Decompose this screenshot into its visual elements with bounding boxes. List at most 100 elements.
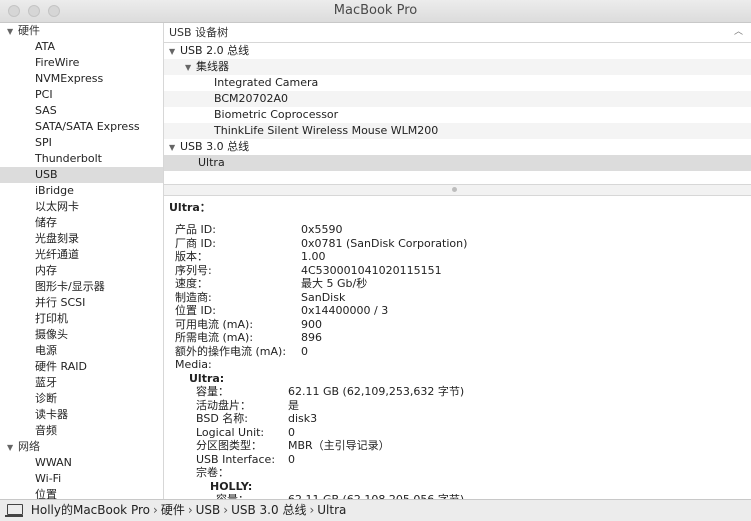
tree-row[interactable]: ThinkLife Silent Wireless Mouse WLM200	[164, 123, 751, 139]
detail-key: 厂商 ID:	[175, 236, 216, 250]
path-crumb[interactable]: 硬件	[161, 503, 185, 517]
detail-value: 0x0781 (SanDisk Corporation)	[301, 236, 468, 250]
disclosure-triangle-icon[interactable]: ▼	[185, 60, 196, 76]
sidebar-group[interactable]: ▼ 网络	[0, 439, 163, 455]
sidebar-item[interactable]: PCI	[0, 87, 163, 103]
detail-value: 0	[288, 452, 295, 466]
detail-value: 896	[301, 331, 322, 344]
detail-key: 位置 ID:	[175, 304, 216, 317]
detail-pane: Ultra： 产品 ID: 0x5590 厂商 ID: 0x0781 (SanDisk…	[164, 196, 751, 501]
tree-row-label: Integrated Camera	[214, 76, 319, 89]
sidebar-item[interactable]: 硬件 RAID	[0, 359, 163, 375]
sidebar-item[interactable]: SPI	[0, 135, 163, 151]
sidebar-item[interactable]: FireWire	[0, 55, 163, 71]
tree-header-label: USB 设备树	[169, 26, 229, 39]
minimize-window-button[interactable]	[28, 5, 40, 17]
detail-key: 序列号:	[175, 263, 212, 277]
disclosure-triangle-icon[interactable]: ▼	[7, 440, 18, 456]
sidebar-item[interactable]: USB	[0, 167, 163, 183]
detail-key: 可用电流 (mA):	[175, 317, 254, 331]
tree-row[interactable]: ▼ USB 3.0 总线	[164, 139, 751, 155]
detail-value: SanDisk	[301, 290, 346, 304]
sidebar-item[interactable]: 以太网卡	[0, 199, 163, 215]
detail-key: Logical Unit:	[196, 425, 265, 439]
sidebar-group[interactable]: ▼ 硬件	[0, 23, 163, 39]
sidebar-item[interactable]: iBridge	[0, 183, 163, 199]
tree-header[interactable]: USB 设备树 ︿	[164, 23, 751, 43]
sidebar-item[interactable]: 内存	[0, 263, 163, 279]
volume-name: HOLLY:	[210, 479, 253, 493]
divider-handle-icon[interactable]	[452, 187, 457, 192]
detail-key: 产品 ID:	[175, 223, 216, 236]
tree-row-label: ThinkLife Silent Wireless Mouse WLM200	[214, 124, 439, 137]
detail-value: 0	[301, 344, 308, 358]
detail-key: 额外的操作电流 (mA):	[175, 344, 287, 358]
detail-value: 最大 5 Gb/秒	[301, 277, 368, 290]
chevron-right-icon: ›	[223, 503, 229, 517]
volumes-label: 宗卷：	[196, 466, 229, 479]
path-bar: Holly的MacBook Pro › 硬件 › USB › USB 3.0 总线 › Ultr…	[0, 499, 751, 521]
detail-key: 所需电流 (mA):	[175, 331, 254, 344]
detail-value: 0	[288, 425, 295, 439]
sidebar-item[interactable]: WWAN	[0, 455, 163, 471]
media-name: Ultra:	[189, 371, 225, 385]
sidebar-item[interactable]: ATA	[0, 39, 163, 55]
sort-up-icon[interactable]: ︿	[734, 23, 743, 42]
sidebar-item[interactable]: 音频	[0, 423, 163, 439]
tree-row[interactable]: Biometric Coprocessor	[164, 107, 751, 123]
disclosure-triangle-icon[interactable]: ▼	[169, 44, 180, 60]
split-divider[interactable]	[164, 184, 751, 196]
detail-value: 1.00	[301, 250, 326, 263]
title-bar: MacBook Pro	[0, 0, 751, 23]
sidebar-item[interactable]: NVMExpress	[0, 71, 163, 87]
path-crumb[interactable]: USB 3.0 总线	[231, 503, 306, 517]
path-crumb[interactable]: USB	[196, 503, 221, 517]
path-crumb[interactable]: Holly的MacBook Pro	[31, 503, 150, 517]
sidebar-item[interactable]: 读卡器	[0, 407, 163, 423]
detail-key: 容量：	[196, 385, 229, 398]
sidebar-item[interactable]: 电源	[0, 343, 163, 359]
sidebar-item[interactable]: Wi-Fi	[0, 471, 163, 487]
detail-value: 4C530001041020115151	[301, 263, 442, 277]
window-title: MacBook Pro	[333, 3, 418, 18]
sidebar-item[interactable]: SAS	[0, 103, 163, 119]
sidebar: ▼ 硬件 ATA FireWire NVMExpress PCI SAS SATA/SATA …	[0, 23, 164, 499]
chevron-right-icon: ›	[187, 503, 193, 517]
path-crumb[interactable]: Ultra	[317, 503, 346, 517]
detail-value: 62.11 GB (62,109,253,632 字节)	[288, 385, 465, 398]
detail-key: 制造商:	[175, 290, 212, 304]
sidebar-item[interactable]: 摄像头	[0, 327, 163, 343]
sidebar-group-label: 硬件	[18, 24, 40, 37]
sidebar-item[interactable]: 光纤通道	[0, 247, 163, 263]
sidebar-item[interactable]: SATA/SATA Express	[0, 119, 163, 135]
tree-row-label: Ultra	[198, 156, 225, 169]
tree-row[interactable]: Integrated Camera	[164, 75, 751, 91]
sidebar-item[interactable]: 蓝牙	[0, 375, 163, 391]
sidebar-item[interactable]: 位置	[0, 487, 163, 499]
close-window-button[interactable]	[8, 5, 20, 17]
sidebar-item[interactable]: 储存	[0, 215, 163, 231]
tree-row[interactable]: Ultra	[164, 155, 751, 171]
tree-row[interactable]: ▼ USB 2.0 总线	[164, 43, 751, 59]
sidebar-item[interactable]: 图形卡/显示器	[0, 279, 163, 295]
disclosure-triangle-icon[interactable]: ▼	[169, 140, 180, 156]
detail-title: Ultra：	[169, 201, 211, 214]
detail-key: USB Interface:	[196, 452, 276, 466]
detail-value: 0x5590	[301, 223, 343, 236]
sidebar-item[interactable]: 打印机	[0, 311, 163, 327]
sidebar-item[interactable]: 光盘刻录	[0, 231, 163, 247]
zoom-window-button[interactable]	[48, 5, 60, 17]
sidebar-item[interactable]: Thunderbolt	[0, 151, 163, 167]
sidebar-item[interactable]: 并行 SCSI	[0, 295, 163, 311]
detail-value: 0x14400000 / 3	[301, 304, 389, 317]
detail-value: 900	[301, 317, 322, 331]
chevron-right-icon: ›	[309, 503, 315, 517]
laptop-icon	[5, 504, 23, 517]
sidebar-item[interactable]: 诊断	[0, 391, 163, 407]
detail-key: BSD 名称:	[196, 412, 249, 425]
disclosure-triangle-icon[interactable]: ▼	[7, 24, 18, 40]
tree-row[interactable]: ▼ 集线器	[164, 59, 751, 75]
sidebar-group-label: 网络	[18, 440, 40, 453]
detail-value: MBR（主引导记录）	[288, 439, 390, 452]
tree-row[interactable]: BCM20702A0	[164, 91, 751, 107]
